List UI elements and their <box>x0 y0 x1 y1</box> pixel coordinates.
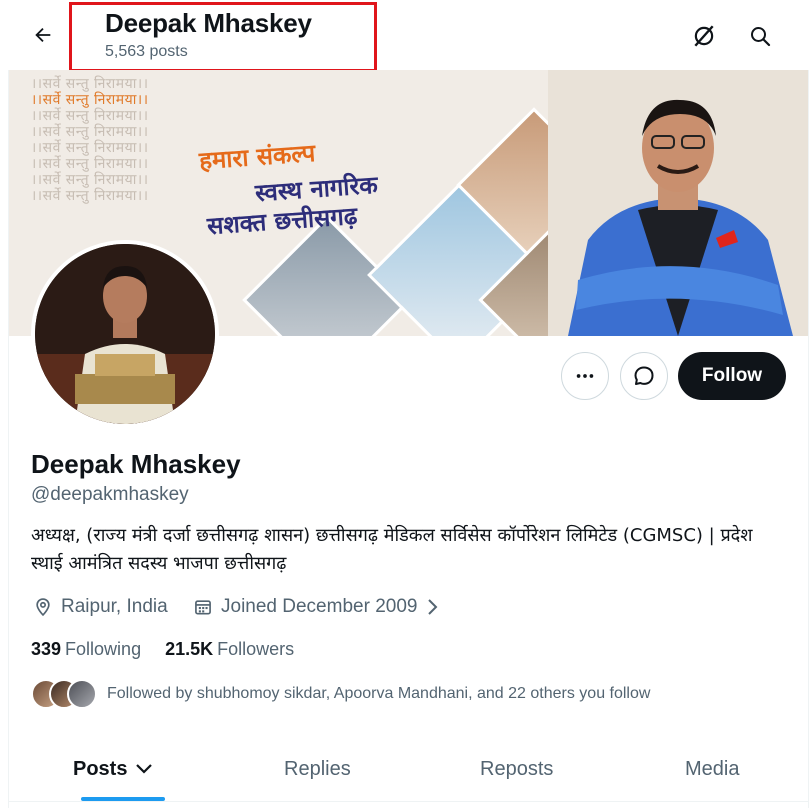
back-button[interactable] <box>26 18 60 52</box>
followed-by-row[interactable]: Followed by shubhomoy sikdar, Apoorva Ma… <box>31 679 650 709</box>
grok-button[interactable] <box>686 18 722 54</box>
following-link[interactable]: 339 Following <box>31 639 141 660</box>
banner-person-image <box>548 70 808 336</box>
message-icon <box>634 366 654 385</box>
profile-tabs: Posts Replies Reposts Media <box>9 738 808 801</box>
tab-media[interactable]: Media <box>685 738 739 800</box>
following-label: Following <box>65 639 142 659</box>
message-button[interactable] <box>620 352 668 400</box>
avatar-image <box>35 244 215 424</box>
chevron-down-icon <box>136 764 153 774</box>
search-button[interactable] <box>742 18 778 54</box>
tab-replies-label: Replies <box>284 757 351 780</box>
arrow-left-icon <box>35 27 51 43</box>
more-icon <box>576 374 594 378</box>
profile-handle: @deepakmhaskey <box>31 484 189 505</box>
tab-replies[interactable]: Replies <box>284 738 351 800</box>
banner-slogan-1: हमारा संकल्प <box>198 138 317 176</box>
tabs-divider <box>9 801 808 802</box>
joined-meta[interactable]: Joined December 2009 <box>193 596 439 618</box>
header-title: Deepak Mhaskey <box>105 8 312 38</box>
profile-header-bar: Deepak Mhaskey 5,563 posts <box>0 0 811 72</box>
profile-location: Raipur, India <box>61 596 168 617</box>
profile-name: Deepak Mhaskey <box>31 449 241 479</box>
location-pin-icon <box>36 598 50 617</box>
tab-media-label: Media <box>685 757 740 780</box>
profile-joined: Joined December 2009 <box>221 596 418 617</box>
followers-count: 21.5K <box>165 639 214 659</box>
tab-posts[interactable]: Posts <box>73 738 153 800</box>
follow-counts: 339 Following 21.5K Followers <box>31 639 294 660</box>
banner-motto: ।।सर्वे सन्तु निरामया।। <box>31 188 149 204</box>
location-meta: Raipur, India <box>33 596 168 618</box>
follower-avatar <box>67 679 97 709</box>
tab-reposts[interactable]: Reposts <box>480 738 553 800</box>
follow-button[interactable]: Follow <box>678 352 786 400</box>
followers-label: Followers <box>217 639 295 659</box>
followed-by-text: Followed by shubhomoy sikdar, Apoorva Ma… <box>107 685 651 702</box>
calendar-icon <box>195 600 211 615</box>
following-count: 339 <box>31 639 62 659</box>
followers-link[interactable]: 21.5K Followers <box>165 639 294 660</box>
tab-posts-label: Posts <box>73 757 128 780</box>
profile-bio: अध्यक्ष, (राज्य मंत्री दर्जा छत्तीसगढ़ श… <box>31 525 753 574</box>
search-icon <box>751 27 771 47</box>
tab-reposts-label: Reposts <box>480 757 554 780</box>
header-posts-count: 5,563 posts <box>105 43 188 60</box>
right-border <box>808 70 809 808</box>
chevron-right-icon <box>428 599 438 615</box>
grok-icon <box>694 25 714 47</box>
more-button[interactable] <box>561 352 609 400</box>
profile-avatar[interactable] <box>31 240 219 428</box>
